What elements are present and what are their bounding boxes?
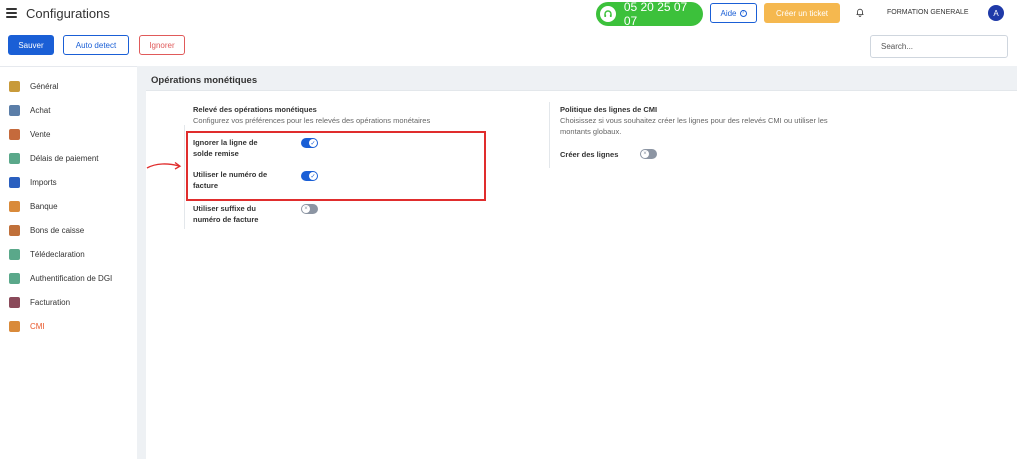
sidebar-item-general[interactable]: Général [0,75,137,97]
sidebar-item-facturation[interactable]: Facturation [0,291,137,313]
highlight-annotation-box [186,131,486,201]
sidebar-item-label: Achat [30,105,51,115]
help-button[interactable]: Aide ? [710,3,757,23]
option-invoice-suffix-label: Utiliser suffixe du numéro de facture [193,203,258,225]
option-create-lines-label: Créer des lignes [560,150,619,159]
close-icon: × [641,150,649,158]
phone-number: 05 20 25 07 07 [623,0,688,28]
close-icon: × [302,205,310,213]
left-group-title: Relevé des opérations monétiques [193,105,317,114]
gear-icon [9,80,20,92]
sidebar-item-achat[interactable]: Achat [0,99,137,121]
save-button[interactable]: Sauver [8,35,54,55]
top-bar: Configurations 05 20 25 07 07 Aide ? Cré… [0,0,1024,28]
toggle-create-lines[interactable]: × [640,149,657,159]
bell-icon[interactable] [856,8,864,17]
sidebar-item-delais-paiement[interactable]: Délais de paiement [0,147,137,169]
description-line: montants globaux. [560,127,622,136]
phone-support-button[interactable]: 05 20 25 07 07 [596,0,703,28]
sidebar-item-label: CMI [30,321,45,331]
section-header: Opérations monétiques [146,72,1017,91]
sidebar-item-label: Banque [30,201,58,211]
sidebar-item-authentification-dgi[interactable]: Authentification de DGI [0,267,137,289]
user-company-name[interactable]: FORMATION GENERALE [887,9,969,16]
create-ticket-button[interactable]: Créer un ticket [764,3,840,23]
sidebar-item-label: Télédeclaration [30,249,85,259]
sidebar-item-banque[interactable]: Banque [0,195,137,217]
sidebar-item-label: Bons de caisse [30,225,85,235]
toggle-invoice-suffix[interactable]: × [301,204,318,214]
sidebar-item-cmi[interactable]: CMI [0,315,137,337]
sidebar-item-vente[interactable]: Vente [0,123,137,145]
question-circle-icon: ? [739,9,747,17]
right-group-title: Politique des lignes de CMI [560,105,658,114]
right-group-description: Choisissez si vous souhaitez créer les l… [560,115,828,137]
sidebar-item-bons-caisse[interactable]: Bons de caisse [0,219,137,241]
sidebar-item-teledeclaration[interactable]: Télédeclaration [0,243,137,265]
ignore-button[interactable]: Ignorer [139,35,185,55]
coin-icon [9,320,20,332]
page-title: Configurations [26,6,110,21]
sidebar-item-imports[interactable]: Imports [0,171,137,193]
search-input[interactable] [870,35,1008,58]
sidebar-item-label: Général [30,81,59,91]
help-label: Aide [720,8,737,18]
sidebar-item-label: Authentification de DGI [30,273,113,283]
main-content: Opérations monétiques Relevé des opérati… [137,66,1017,459]
option-label-line: Utiliser suffixe du [193,204,256,213]
chart-icon [9,128,20,140]
avatar[interactable]: A [988,5,1004,21]
tag-icon [9,296,20,308]
coin-icon [9,200,20,212]
document-icon [9,248,20,260]
hamburger-menu-icon[interactable] [6,8,17,18]
headset-icon [600,6,616,22]
column-divider [549,102,550,168]
sidebar-item-label: Imports [30,177,57,187]
option-label-line: numéro de facture [193,215,259,224]
sidebar: Général Achat Vente Délais de paiement I… [0,66,137,459]
sidebar-item-label: Facturation [30,297,71,307]
sidebar-item-label: Délais de paiement [30,153,99,163]
auto-detect-button[interactable]: Auto detect [63,35,129,55]
section-title: Opérations monétiques [151,75,258,86]
document-icon [9,272,20,284]
sidebar-item-label: Vente [30,129,51,139]
column-divider [184,125,185,229]
description-line: Choisissez si vous souhaitez créer les l… [560,116,828,125]
left-group-description: Configurez vos préférences pour les rele… [193,116,431,125]
arrow-annotation-icon [146,161,182,170]
calendar-icon [9,152,20,164]
cash-register-icon [9,104,20,116]
folder-icon [9,176,20,188]
receipt-icon [9,224,20,236]
